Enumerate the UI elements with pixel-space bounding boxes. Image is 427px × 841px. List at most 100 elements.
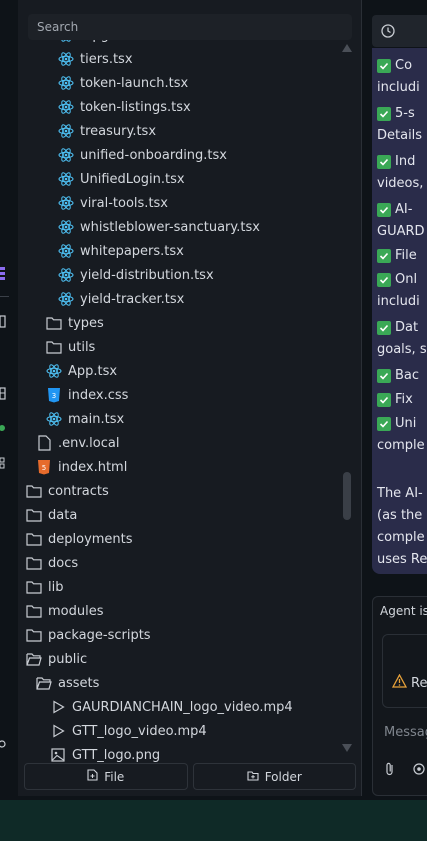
folder-icon	[26, 603, 42, 619]
react-file-icon	[58, 123, 74, 139]
file-name: public	[48, 651, 88, 667]
folder-icon	[46, 339, 62, 355]
file-tree-item[interactable]: yield-tracker.tsx	[58, 287, 362, 311]
react-file-icon	[58, 267, 74, 283]
file-name: App.tsx	[68, 363, 118, 379]
extensions-icon[interactable]	[0, 456, 9, 470]
file-tree-item[interactable]: App.tsx	[46, 359, 362, 383]
video-file-icon	[50, 699, 66, 715]
chat-message-line: uses Re	[377, 552, 427, 567]
file-tree-item[interactable]: viral-tools.tsx	[58, 191, 362, 215]
file-tree-item[interactable]: treasury.tsx	[58, 119, 362, 143]
file-tree-item[interactable]: GAURDIANCHAIN_logo_video.mp4	[50, 695, 362, 719]
file-name: viral-tools.tsx	[80, 195, 169, 211]
video-file-icon	[50, 723, 66, 739]
scroll-up-arrow[interactable]	[342, 44, 352, 52]
chat-message-text: includi	[377, 80, 420, 95]
chat-message-line: comple	[377, 530, 425, 545]
file-name: contracts	[48, 483, 109, 499]
status-icon[interactable]	[0, 420, 9, 434]
scroll-down-arrow[interactable]	[342, 744, 352, 752]
folder-icon	[46, 315, 62, 331]
file-tree-item[interactable]: whitepapers.tsx	[58, 239, 362, 263]
file-tree-item[interactable]: lib	[26, 575, 346, 599]
chat-message-line: Bac	[377, 368, 419, 383]
file-name: whistleblower-sanctuary.tsx	[80, 219, 260, 235]
explorer-icon[interactable]	[0, 265, 9, 280]
history-icon[interactable]	[380, 23, 396, 43]
chat-message-line: includi	[377, 80, 420, 95]
react-file-icon	[58, 147, 74, 163]
chat-message-line: Uni	[377, 416, 416, 431]
folder-open-icon	[36, 675, 52, 691]
react-file-icon	[58, 219, 74, 235]
file-tree-item[interactable]: token-launch.tsx	[58, 71, 362, 95]
file-tree-item[interactable]: 3 index.css	[46, 383, 362, 407]
rail-divider	[0, 296, 9, 297]
file-name: token-listings.tsx	[80, 99, 191, 115]
message-input[interactable]: Messag	[384, 725, 427, 740]
chat-message-line: Co	[377, 58, 412, 73]
chat-message-line: The AI-	[377, 486, 423, 501]
react-file-icon	[58, 243, 74, 259]
file-name: package-scripts	[48, 627, 151, 643]
new-folder-button[interactable]: Folder	[192, 763, 356, 790]
attach-icon[interactable]	[384, 761, 396, 780]
scrollbar-thumb[interactable]	[343, 472, 351, 520]
chat-message-text: GUARD	[377, 224, 425, 239]
chat-message-text: comple	[377, 530, 425, 545]
file-tree-item[interactable]: utils	[46, 335, 362, 359]
chat-message-line: Dat	[377, 320, 418, 335]
file-tree-item[interactable]: main.tsx	[46, 407, 362, 431]
chat-message-line: comple	[377, 438, 425, 453]
agent-message-bubble: Co includi 5-s Details Ind videos, AI- GUARD Fil…	[372, 48, 427, 574]
file-tree-item[interactable]: assets	[36, 671, 356, 695]
folder-icon	[26, 579, 42, 595]
file-tree-item[interactable]: deployments	[26, 527, 346, 551]
file-tree-item[interactable]: package-scripts	[26, 623, 346, 647]
chat-message-line: includi	[377, 294, 420, 309]
chat-message-text: Co	[395, 58, 413, 73]
file-name: docs	[48, 555, 79, 571]
database-icon[interactable]	[0, 386, 9, 400]
new-file-button[interactable]: File	[24, 763, 188, 790]
new-folder-icon	[247, 770, 259, 784]
agent-warning: Re	[391, 673, 427, 692]
check-icon	[377, 320, 391, 335]
file-name: main.tsx	[68, 411, 125, 427]
file-tree-item[interactable]: public	[26, 647, 346, 671]
chat-message-line: Onl	[377, 272, 417, 287]
file-tree-item[interactable]: GTT_logo_video.mp4	[50, 719, 362, 743]
file-tree-item[interactable]: modules	[26, 599, 346, 623]
chat-message-line: GUARD	[377, 224, 425, 239]
chat-message-text: Ind	[395, 154, 416, 169]
file-tree-item[interactable]: unified-onboarding.tsx	[58, 143, 362, 167]
file-tree-item[interactable]: UnifiedLogin.tsx	[58, 167, 362, 191]
file-tree-item[interactable]: GTT_logo.png	[50, 743, 362, 762]
file-tree-item[interactable]: docs	[26, 551, 346, 575]
file-name: GAURDIANCHAIN_logo_video.mp4	[72, 699, 293, 715]
file-tree-item[interactable]: token-listings.tsx	[58, 95, 362, 119]
target-icon[interactable]	[412, 761, 426, 780]
file-tree-item[interactable]: yield-distribution.tsx	[58, 263, 362, 287]
check-icon	[377, 106, 391, 121]
html-file-icon: 5	[36, 459, 52, 475]
check-icon	[377, 154, 391, 169]
chat-message-line: goals, s	[377, 342, 427, 357]
chat-message-text: comple	[377, 438, 425, 453]
file-tree-item[interactable]: data	[26, 503, 346, 527]
folder-icon	[26, 531, 42, 547]
file-icon[interactable]	[0, 314, 9, 328]
file-tree-item[interactable]: contracts	[26, 479, 346, 503]
file-tree-item[interactable]: tiers.tsx	[58, 47, 362, 71]
file-tree-item[interactable]: 5 index.html	[36, 455, 356, 479]
file-tree-item[interactable]: .env.local	[36, 431, 356, 455]
file-tree-item[interactable]: whistleblower-sanctuary.tsx	[58, 215, 362, 239]
file-tree-item[interactable]: types	[46, 311, 362, 335]
settings-icon[interactable]	[0, 736, 9, 750]
chat-message-text: uses Re	[377, 552, 427, 567]
react-file-icon	[46, 363, 62, 379]
check-icon	[377, 392, 391, 407]
search-input[interactable]: Search	[28, 14, 352, 40]
file-name: types	[68, 315, 104, 331]
